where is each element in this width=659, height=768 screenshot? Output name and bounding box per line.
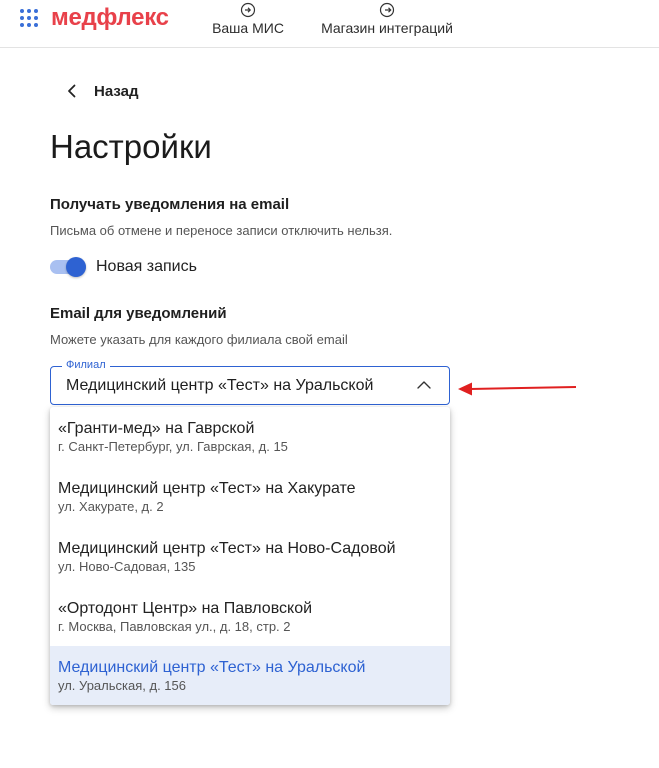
new-booking-toggle-row: Новая запись [50,257,197,277]
nav-integrations-store-label: Магазин интеграций [321,20,453,36]
branch-option-address: ул. Уральская, д. 156 [58,678,186,693]
login-icon [240,2,256,18]
email-section-description: Можете указать для каждого филиала свой … [50,332,348,347]
branch-option[interactable]: Медицинский центр «Тест» на Ново-Садовой… [50,527,450,587]
branch-option-name: «Гранти-мед» на Гаврской [58,420,255,437]
chevron-left-icon [68,84,76,98]
branch-option-name: Медицинский центр «Тест» на Ново-Садовой [58,540,396,557]
branch-select-label: Филиал [62,359,110,371]
branch-option-address: г. Москва, Павловская ул., д. 18, стр. 2 [58,619,291,634]
branch-select[interactable]: Филиал Медицинский центр «Тест» на Ураль… [50,359,450,405]
branch-option-name: «Ортодонт Центр» на Павловской [58,600,313,617]
branch-option-address: ул. Хакурате, д. 2 [58,499,164,514]
email-section-title: Email для уведомлений [50,305,227,322]
notifications-title: Получать уведомления на email [50,196,290,213]
apps-grid-icon[interactable] [20,9,40,29]
branch-option[interactable]: Медицинский центр «Тест» на Хакурате ул.… [50,467,450,527]
back-button[interactable]: Назад [66,80,138,102]
branch-option-address: ул. Ново-Садовая, 135 [58,559,196,574]
branch-option-selected[interactable]: Медицинский центр «Тест» на Уральской ул… [50,646,450,705]
new-booking-toggle-label[interactable]: Новая запись [96,258,197,276]
nav-your-mis[interactable]: Ваша МИС [211,2,285,46]
logout-icon [379,2,395,18]
branch-option-address: г. Санкт-Петербург, ул. Гаврская, д. 15 [58,439,288,454]
top-header: медфлекс Ваша МИС Магазин интеграций [0,0,659,48]
notifications-description: Письма об отмене и переносе записи отклю… [50,223,393,238]
branch-option-name: Медицинский центр «Тест» на Хакурате [58,480,356,497]
back-label: Назад [94,82,139,100]
annotation-arrow-icon [458,382,577,396]
new-booking-toggle[interactable] [50,257,86,277]
nav-integrations-store[interactable]: Магазин интеграций [316,2,458,46]
branch-dropdown-list: «Гранти-мед» на Гаврской г. Санкт-Петерб… [50,407,450,705]
nav-your-mis-label: Ваша МИС [212,20,284,36]
page-title: Настройки [50,128,212,165]
branch-option-name: Медицинский центр «Тест» на Уральской [58,659,366,676]
chevron-up-icon[interactable] [417,380,431,389]
branch-option[interactable]: «Ортодонт Центр» на Павловской г. Москва… [50,587,450,647]
branch-option[interactable]: «Гранти-мед» на Гаврской г. Санкт-Петерб… [50,407,450,467]
branch-select-value: Медицинский центр «Тест» на Уральской [66,377,374,394]
brand-logo[interactable]: медфлекс [51,4,169,32]
